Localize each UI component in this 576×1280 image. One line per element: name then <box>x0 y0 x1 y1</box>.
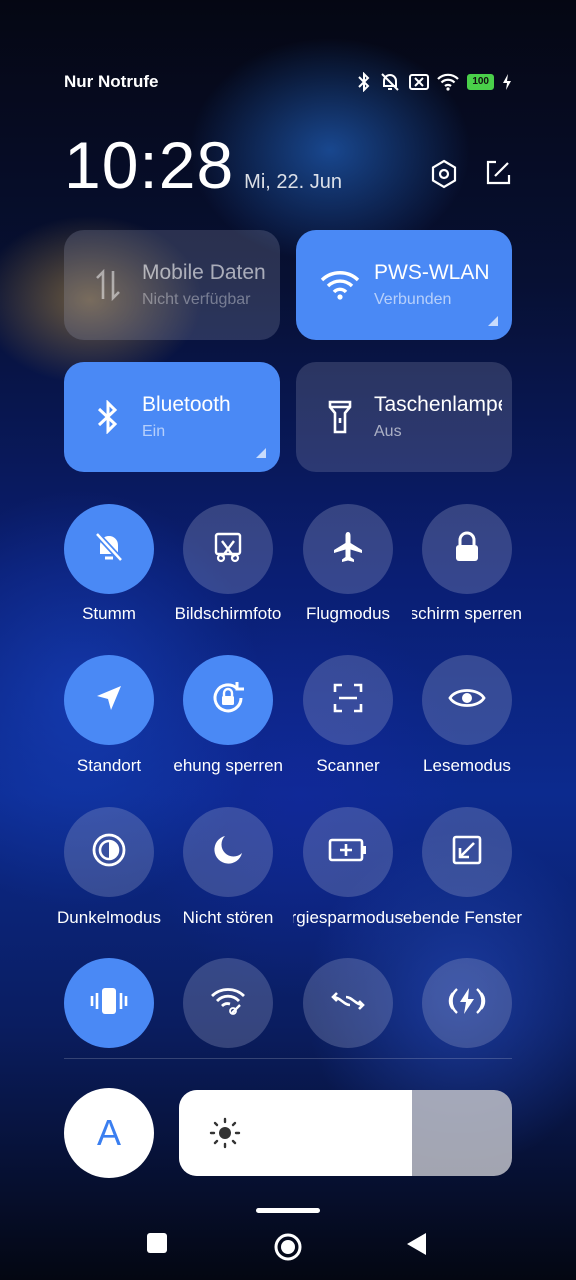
wifi-icon <box>437 73 460 91</box>
toggle-label: Standort <box>76 756 142 775</box>
toggle-lesemodus[interactable] <box>422 655 512 745</box>
charging-icon <box>502 73 512 91</box>
auto-brightness-button[interactable]: A <box>64 1088 154 1178</box>
floating-window-icon <box>451 834 483 871</box>
mute-bell-icon <box>92 530 126 569</box>
no-sim-icon <box>409 73 430 91</box>
tile-subtitle: Ein <box>142 423 166 440</box>
tile-mobile-data[interactable]: Mobile Daten Nicht verfügbar <box>64 230 280 340</box>
tile-flashlight[interactable]: Taschenlampe Aus <box>296 362 512 472</box>
dark-mode-icon <box>91 832 127 873</box>
toggle-wifi-link[interactable] <box>183 958 273 1048</box>
vibrate-icon <box>89 985 129 1022</box>
mobile-data-icon <box>86 263 130 307</box>
toggle-schwebende-fenster[interactable] <box>422 807 512 897</box>
toggle-bildschirm-sperren[interactable] <box>422 504 512 594</box>
toggle-label: Flugmodus <box>305 604 391 623</box>
toggle-vibration[interactable] <box>64 958 154 1048</box>
toggle-label: Nicht stören <box>182 908 274 927</box>
toggle-label: Stumm <box>82 604 136 623</box>
toggle-sync[interactable] <box>303 958 393 1048</box>
toggle-energiesparmodus[interactable] <box>303 807 393 897</box>
date: Mi, 22. Jun <box>244 171 342 193</box>
flashlight-icon <box>318 395 362 439</box>
scanner-icon <box>332 682 364 719</box>
toggle-stumm[interactable] <box>64 504 154 594</box>
wifi-link-icon <box>210 986 246 1021</box>
header: 10:28 Mi, 22. Jun <box>64 128 512 198</box>
divider <box>64 1058 512 1059</box>
bluetooth-icon <box>357 72 371 92</box>
back-icon[interactable] <box>406 1232 428 1256</box>
home-icon[interactable] <box>273 1232 303 1262</box>
toggle-nicht-stoeren[interactable] <box>183 807 273 897</box>
toggle-label: Dunkelmodus <box>57 908 161 927</box>
tile-title: Mobile Daten <box>142 261 266 284</box>
tile-subtitle: Nicht verfügbar <box>142 291 251 308</box>
toggle-standort[interactable] <box>64 655 154 745</box>
screenshot-icon <box>212 531 244 568</box>
carrier-label: Nur Notrufe <box>64 72 159 91</box>
lock-icon <box>452 530 482 569</box>
battery-level: 100 <box>467 74 494 90</box>
status-icons: 100 <box>357 72 512 92</box>
toggle-label: Drehung sperren <box>173 756 283 775</box>
toggle-label: Bildschirmfoto <box>174 604 282 623</box>
tile-subtitle: Verbunden <box>374 291 452 308</box>
gesture-handle[interactable] <box>256 1208 320 1213</box>
toggle-bildschirmfoto[interactable] <box>183 504 273 594</box>
clock: 10:28 <box>64 128 235 202</box>
settings-icon[interactable] <box>430 159 458 194</box>
toggle-label: Schwebende Fenster <box>402 908 522 927</box>
navigation-bar <box>0 1218 576 1274</box>
power-icon <box>447 983 487 1024</box>
wifi-icon <box>318 263 362 307</box>
toggle-label: Lesemodus <box>423 756 511 775</box>
airplane-icon <box>331 530 365 569</box>
moon-icon <box>212 834 244 871</box>
toggle-label: Energiesparmodus <box>293 908 403 927</box>
bluetooth-icon <box>86 395 130 439</box>
toggle-scanner[interactable] <box>303 655 393 745</box>
tile-title: PWS-WLAN <box>374 261 490 284</box>
toggle-flugmodus[interactable] <box>303 504 393 594</box>
toggle-label: Scanner <box>316 756 380 775</box>
toggle-drehung-sperren[interactable] <box>183 655 273 745</box>
toggle-label: Bildschirm sperren <box>412 604 522 623</box>
mute-icon <box>379 72 401 92</box>
tile-wlan[interactable]: PWS-WLAN Verbunden <box>296 230 512 340</box>
expand-corner-icon[interactable] <box>488 316 498 326</box>
edit-icon[interactable] <box>484 159 512 194</box>
tile-subtitle: Aus <box>374 423 402 440</box>
location-icon <box>94 683 124 718</box>
tile-bluetooth[interactable]: Bluetooth Ein <box>64 362 280 472</box>
eye-icon <box>448 685 486 716</box>
sun-icon <box>209 1117 241 1154</box>
sync-icon <box>330 989 366 1018</box>
battery-icon: 100 <box>467 74 494 90</box>
expand-corner-icon[interactable] <box>256 448 266 458</box>
rotation-lock-icon <box>208 678 248 723</box>
tile-title: Taschenlampe <box>374 393 502 416</box>
tile-title: Bluetooth <box>142 393 231 416</box>
brightness-slider[interactable] <box>179 1090 512 1176</box>
toggle-power[interactable] <box>422 958 512 1048</box>
status-bar: Nur Notrufe 100 <box>64 68 512 96</box>
battery-saver-icon <box>328 837 368 868</box>
toggle-dunkelmodus[interactable] <box>64 807 154 897</box>
recents-icon[interactable] <box>146 1232 168 1254</box>
